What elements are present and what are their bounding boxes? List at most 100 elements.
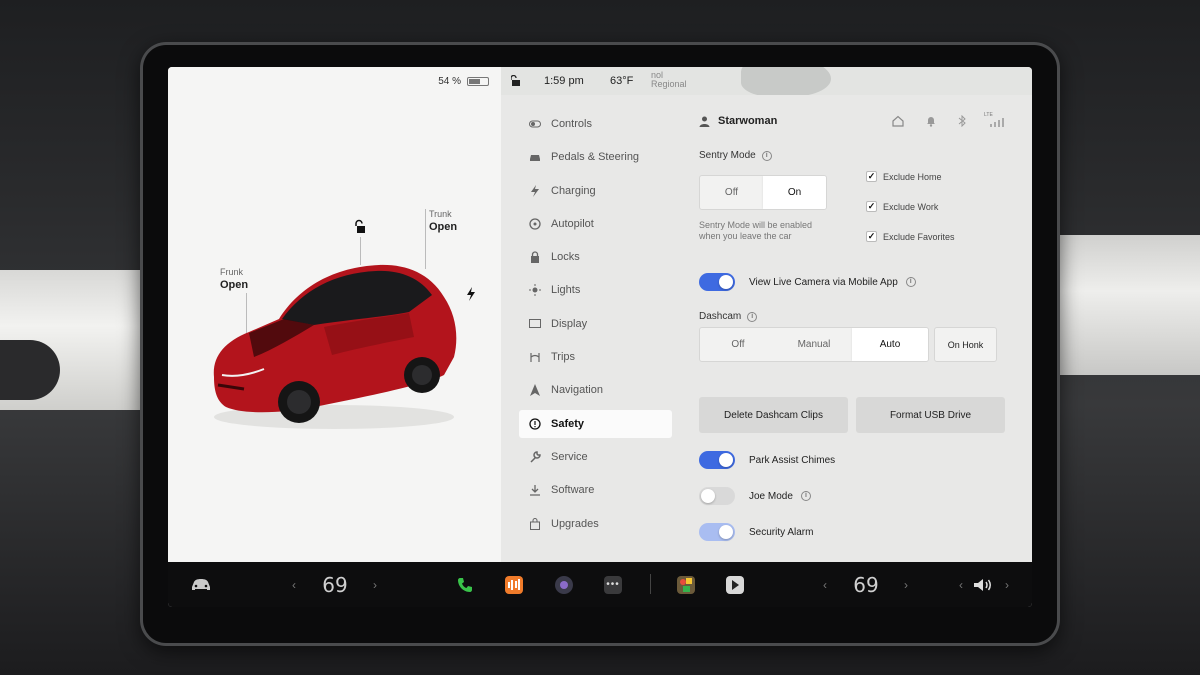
joe-mode-info-icon[interactable]: i xyxy=(800,491,811,501)
menu-item-controls[interactable]: Controls xyxy=(519,110,672,138)
driver-temperature[interactable]: 69 xyxy=(313,562,357,607)
volume-icon[interactable] xyxy=(972,562,994,607)
sentry-mode-label: Sentry Mode xyxy=(699,150,756,161)
menu-item-upgrades[interactable]: Upgrades xyxy=(519,510,672,538)
car-panel: 54 % Frunk Open Trunk Open xyxy=(168,67,501,562)
menu-item-label: Autopilot xyxy=(551,217,594,230)
passenger-temperature[interactable]: 69 xyxy=(844,562,888,607)
toggle-knob xyxy=(719,453,733,467)
passenger-temp-increase[interactable]: › xyxy=(899,562,913,607)
driver-profile[interactable]: Starwoman xyxy=(699,115,777,127)
camera-app-icon[interactable] xyxy=(552,562,576,607)
sentry-mode-selector: Off On xyxy=(699,175,827,210)
dashcam-info-icon[interactable]: i xyxy=(747,311,758,322)
delete-dashcam-clips-button[interactable]: Delete Dashcam Clips xyxy=(699,397,848,433)
unlock-icon[interactable] xyxy=(353,219,369,235)
menu-item-label: Upgrades xyxy=(551,517,599,530)
wrench-icon xyxy=(529,451,551,463)
more-apps-icon[interactable]: ••• xyxy=(601,562,625,607)
car-icon[interactable] xyxy=(186,562,216,607)
menu-item-service[interactable]: Service xyxy=(519,443,672,471)
passenger-temp-decrease[interactable]: ‹ xyxy=(818,562,832,607)
check-icon[interactable]: ✓ xyxy=(866,171,877,182)
dashcam-on-honk-selector: On Honk xyxy=(934,327,997,362)
menu-item-display[interactable]: Display xyxy=(519,310,672,338)
menu-item-autopilot[interactable]: Autopilot xyxy=(519,210,672,238)
menu-item-lights[interactable]: Lights xyxy=(519,276,672,304)
check-icon[interactable]: ✓ xyxy=(866,231,877,242)
battery-status: 54 % xyxy=(438,76,489,87)
dashcam-off-option[interactable]: Off xyxy=(700,328,776,361)
trunk-state[interactable]: Open xyxy=(429,221,457,233)
park-assist-toggle[interactable] xyxy=(699,451,735,469)
battery-fill xyxy=(469,79,480,84)
battery-icon xyxy=(467,77,489,86)
audio-app-icon[interactable] xyxy=(502,562,526,607)
exclude-home-checkbox[interactable]: ✓ Exclude Home xyxy=(866,171,942,182)
outside-temperature: 63°F xyxy=(610,75,634,87)
menu-item-charging[interactable]: Charging xyxy=(519,177,672,205)
lock-status-icon[interactable] xyxy=(511,75,522,87)
trunk-status[interactable]: Trunk Open xyxy=(429,209,457,233)
volume-increase[interactable]: › xyxy=(1000,562,1014,607)
trips-icon xyxy=(529,351,551,363)
bag-icon xyxy=(529,517,551,530)
display-icon xyxy=(529,318,551,330)
toggle-knob xyxy=(719,275,733,289)
dashcam-on-honk-option[interactable]: On Honk xyxy=(935,328,996,361)
joe-mode-toggle[interactable] xyxy=(699,487,735,505)
settings-menu: Controls Pedals & Steering Charging Autopil… xyxy=(501,95,678,562)
dashboard-trim-right xyxy=(1050,235,1200,375)
driver-temp-decrease[interactable]: ‹ xyxy=(287,562,301,607)
exclude-favorites-checkbox[interactable]: ✓ Exclude Favorites xyxy=(866,231,955,242)
taskbar-divider xyxy=(650,574,651,594)
phone-icon[interactable] xyxy=(453,562,477,607)
sentry-info-icon[interactable]: i xyxy=(761,150,772,161)
bell-icon[interactable] xyxy=(926,115,936,127)
sentry-off-option[interactable]: Off xyxy=(700,176,763,209)
exclude-favorites-label: Exclude Favorites xyxy=(883,231,955,242)
home-icon[interactable] xyxy=(892,115,904,127)
map-preview[interactable] xyxy=(741,67,831,97)
sun-icon xyxy=(529,284,551,297)
safety-icon xyxy=(529,418,551,430)
menu-item-software[interactable]: Software xyxy=(519,476,672,504)
toybox-app-icon[interactable] xyxy=(674,562,698,607)
sentry-on-option[interactable]: On xyxy=(763,176,826,209)
sentry-hint-line2: when you leave the car xyxy=(699,231,792,241)
menu-item-trips[interactable]: Trips xyxy=(519,343,672,371)
bluetooth-icon[interactable] xyxy=(958,115,966,127)
trunk-label: Trunk xyxy=(429,209,452,219)
exclude-work-checkbox[interactable]: ✓ Exclude Work xyxy=(866,201,938,212)
format-usb-drive-button[interactable]: Format USB Drive xyxy=(856,397,1005,433)
live-camera-info-icon[interactable]: i xyxy=(905,277,916,287)
live-camera-label: View Live Camera via Mobile App xyxy=(749,276,898,288)
security-alarm-toggle[interactable] xyxy=(699,523,735,541)
lock-icon xyxy=(529,251,551,264)
car-model-image xyxy=(213,264,457,429)
park-assist-label: Park Assist Chimes xyxy=(749,454,836,466)
menu-item-pedals-steering[interactable]: Pedals & Steering xyxy=(519,143,672,171)
menu-item-label: Controls xyxy=(551,118,592,130)
download-icon xyxy=(529,484,551,496)
charge-port-bolt-icon[interactable] xyxy=(466,287,476,301)
menu-item-locks[interactable]: Locks xyxy=(519,243,672,271)
dashcam-mode-selector: Off Manual Auto xyxy=(699,327,929,362)
clock: 1:59 pm xyxy=(544,75,584,87)
menu-item-label: Charging xyxy=(551,184,596,197)
volume-decrease[interactable]: ‹ xyxy=(954,562,968,607)
check-icon[interactable]: ✓ xyxy=(866,201,877,212)
sentry-hint-line1: Sentry Mode will be enabled xyxy=(699,220,813,230)
status-icons: LTE xyxy=(892,112,1004,127)
touchscreen: 54 % Frunk Open Trunk Open nol Regional … xyxy=(168,67,1032,607)
menu-item-safety[interactable]: Safety xyxy=(519,409,672,438)
menu-item-navigation[interactable]: Navigation xyxy=(519,376,672,404)
live-camera-toggle[interactable] xyxy=(699,273,735,291)
toggle-knob xyxy=(719,525,733,539)
dashcam-manual-option[interactable]: Manual xyxy=(776,328,852,361)
driver-temp-increase[interactable]: › xyxy=(368,562,382,607)
dashcam-auto-option[interactable]: Auto xyxy=(852,328,928,361)
theater-app-icon[interactable] xyxy=(723,562,747,607)
sentry-mode-title: Sentry Mode i xyxy=(699,150,772,161)
safety-settings-panel: Starwoman LTE Sentry Mode i Off On Sentr… xyxy=(678,95,1032,562)
